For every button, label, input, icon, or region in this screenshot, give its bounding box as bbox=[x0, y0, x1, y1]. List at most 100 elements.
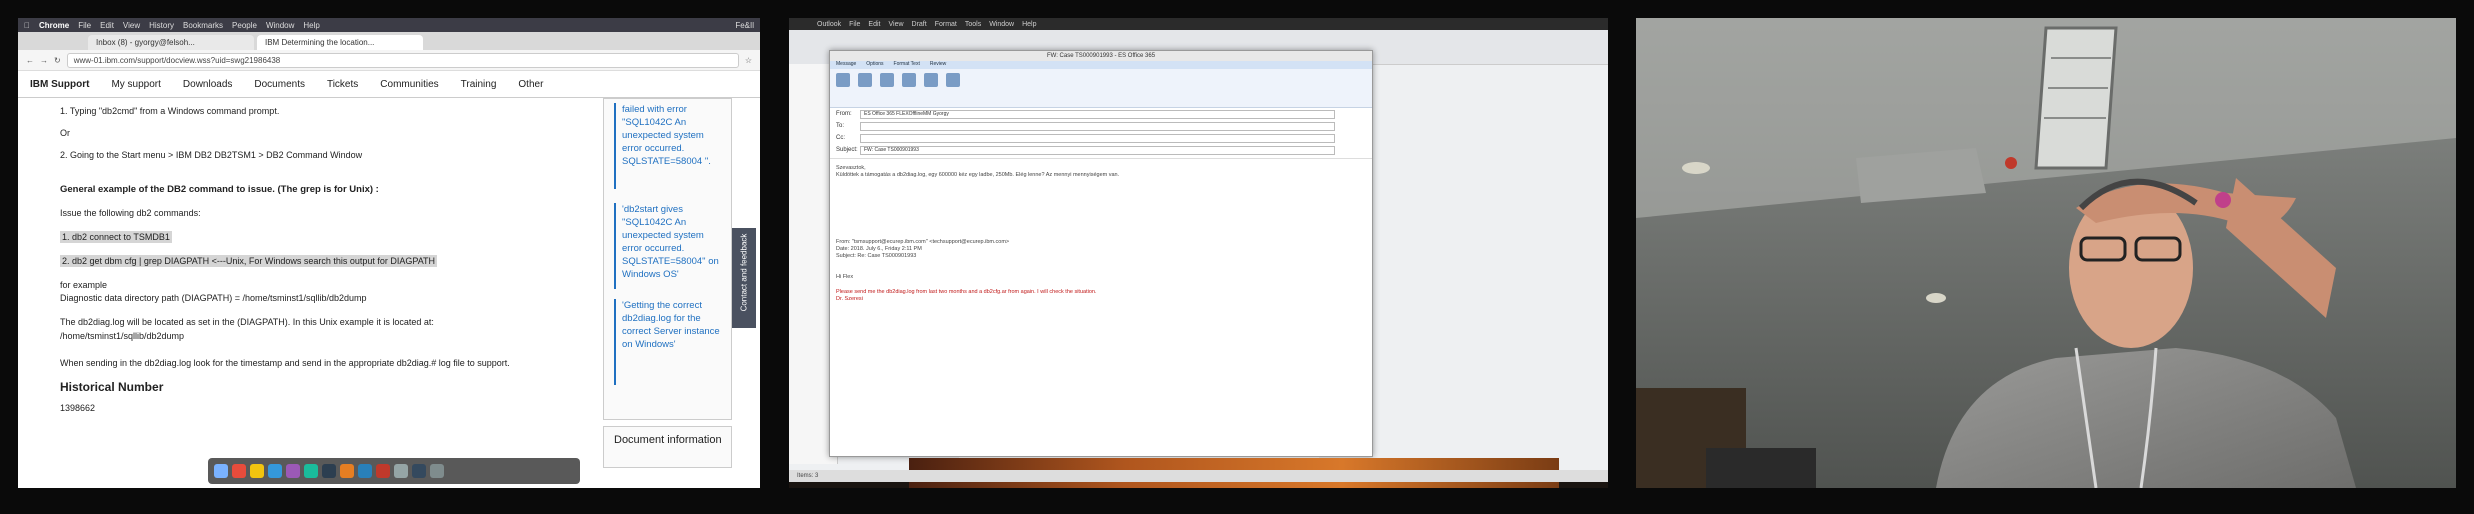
url-field[interactable]: www-01.ibm.com/support/docview.wss?uid=s… bbox=[66, 52, 739, 68]
menu-file[interactable]: File bbox=[78, 21, 91, 30]
forward-icon[interactable]: → bbox=[40, 56, 48, 65]
webcam-view bbox=[1636, 18, 2456, 488]
smoke-detector bbox=[2005, 157, 2017, 169]
feedback-label: Contact and feedback bbox=[739, 233, 749, 312]
menu-edit[interactable]: Edit bbox=[868, 21, 880, 28]
tab-ibm-support[interactable]: IBM Determining the location... bbox=[257, 35, 423, 50]
link-marker bbox=[614, 103, 616, 189]
quoted-request: Please send me the db2diag.log from last… bbox=[836, 289, 1097, 295]
photos-icon[interactable] bbox=[250, 464, 264, 478]
quoted-greeting: Hi Flex bbox=[836, 274, 854, 280]
menu-view[interactable]: View bbox=[123, 21, 140, 30]
article-text: When sending in the db2diag.log look for… bbox=[60, 358, 510, 368]
compose-body[interactable]: Szevasztok, Küldöttek a támogatás a db2d… bbox=[830, 159, 1372, 309]
menu-help[interactable]: Help bbox=[1022, 21, 1036, 28]
safari-icon[interactable] bbox=[268, 464, 282, 478]
cc-field[interactable] bbox=[860, 134, 1335, 143]
messages-icon[interactable] bbox=[304, 464, 318, 478]
from-field[interactable]: ES Office 365 FLEXOfflineMM Gyorgy bbox=[860, 110, 1335, 119]
nav-other[interactable]: Other bbox=[518, 79, 543, 90]
menu-history[interactable]: History bbox=[149, 21, 174, 30]
laptop bbox=[1706, 448, 1816, 488]
back-icon[interactable]: ← bbox=[26, 56, 34, 65]
menu-tools[interactable]: Tools bbox=[965, 21, 981, 28]
tab-format-text[interactable]: Format Text bbox=[894, 61, 920, 69]
chrome-icon[interactable] bbox=[232, 464, 246, 478]
compose-header: From: ES Office 365 FLEXOfflineMM Gyorgy… bbox=[830, 108, 1372, 159]
compose-title: FW: Case TS000901993 - ES Office 365 bbox=[830, 51, 1372, 61]
menu-bookmarks[interactable]: Bookmarks bbox=[183, 21, 223, 30]
star-icon[interactable]: ☆ bbox=[745, 56, 752, 65]
reload-icon[interactable]: ↻ bbox=[54, 56, 61, 65]
contact-feedback-button[interactable]: Contact and feedback bbox=[732, 228, 756, 328]
menu-view[interactable]: View bbox=[888, 21, 903, 28]
status-bar: Items: 3 bbox=[789, 470, 1608, 482]
nav-my-support[interactable]: My support bbox=[111, 79, 160, 90]
from-label: From: bbox=[836, 111, 852, 117]
nav-documents[interactable]: Documents bbox=[254, 79, 305, 90]
sublime-icon[interactable] bbox=[340, 464, 354, 478]
nav-downloads[interactable]: Downloads bbox=[183, 79, 232, 90]
compose-window: FW: Case TS000901993 - ES Office 365 Mes… bbox=[829, 50, 1373, 457]
app-icon[interactable] bbox=[394, 464, 408, 478]
compose-tabs: Message Options Format Text Review bbox=[830, 61, 1372, 69]
nav-communities[interactable]: Communities bbox=[380, 79, 438, 90]
menu-window[interactable]: Window bbox=[989, 21, 1014, 28]
signature-icon[interactable] bbox=[946, 73, 960, 87]
terminal-icon[interactable] bbox=[322, 464, 336, 478]
picture-icon[interactable] bbox=[924, 73, 938, 87]
related-link[interactable]: 'Getting the correct db2diag.log for the… bbox=[622, 299, 726, 351]
app-name[interactable]: Outlook bbox=[817, 21, 841, 28]
menu-format[interactable]: Format bbox=[935, 21, 957, 28]
trash-icon[interactable] bbox=[430, 464, 444, 478]
quoted-signature: Dr. Szeresi bbox=[836, 296, 863, 302]
app-name[interactable]: Chrome bbox=[39, 21, 69, 30]
menu-file[interactable]: File bbox=[849, 21, 860, 28]
article-text: 1. Typing "db2cmd" from a Windows comman… bbox=[60, 106, 280, 116]
menu-edit[interactable]: Edit bbox=[100, 21, 114, 30]
menu-help[interactable]: Help bbox=[303, 21, 319, 30]
subject-field[interactable]: FW: Case TS000901993 bbox=[860, 146, 1335, 155]
itunes-icon[interactable] bbox=[286, 464, 300, 478]
nav-tickets[interactable]: Tickets bbox=[327, 79, 358, 90]
to-field[interactable] bbox=[860, 122, 1335, 131]
app-icon[interactable] bbox=[376, 464, 390, 478]
article-text: 2. Going to the Start menu > IBM DB2 DB2… bbox=[60, 150, 363, 160]
apple-icon[interactable]:  bbox=[24, 21, 30, 30]
compose-ribbon bbox=[830, 69, 1372, 108]
address-bar-row: ← → ↻ www-01.ibm.com/support/docview.wss… bbox=[18, 50, 760, 71]
tab-review[interactable]: Review bbox=[930, 61, 946, 69]
related-link[interactable]: failed with error "SQL1042C An unexpecte… bbox=[622, 103, 726, 168]
attach-icon[interactable] bbox=[902, 73, 916, 87]
send-icon[interactable] bbox=[836, 73, 850, 87]
command-line: 2. db2 get dbm cfg | grep DIAGPATH <---U… bbox=[60, 255, 438, 267]
quoted-from: From: "tsmsupport@ecurep.ibm.com" <techs… bbox=[836, 239, 1010, 245]
user-profile[interactable]: Fe&Il bbox=[735, 21, 754, 30]
menu-draft[interactable]: Draft bbox=[912, 21, 927, 28]
finder-icon[interactable] bbox=[214, 464, 228, 478]
menu-window[interactable]: Window bbox=[266, 21, 294, 30]
paste-icon[interactable] bbox=[858, 73, 872, 87]
article-text: Diagnostic data directory path (DIAGPATH… bbox=[60, 293, 367, 303]
ibm-support-logo[interactable]: IBM Support bbox=[30, 79, 89, 90]
related-link[interactable]: 'db2start gives "SQL1042C An unexpected … bbox=[622, 203, 726, 281]
downloads-icon[interactable] bbox=[412, 464, 426, 478]
article-text: /home/tsminst1/sqllib/db2dump bbox=[60, 331, 185, 341]
tab-inbox[interactable]: Inbox (8) - gyorgy@felsoh... bbox=[88, 35, 254, 50]
document-information-heading: Document information bbox=[614, 434, 722, 446]
article-text: for example bbox=[60, 280, 108, 290]
quoted-date: Date: 2018. July 6., Friday 2:11 PM bbox=[836, 246, 922, 252]
body-text: Küldöttek a támogatás a db2diag.log, egy… bbox=[836, 172, 1120, 178]
mac-menu-bar: Outlook File Edit View Draft Format Tool… bbox=[789, 18, 1608, 30]
link-marker bbox=[614, 203, 616, 289]
outlook-icon[interactable] bbox=[358, 464, 372, 478]
menu-people[interactable]: People bbox=[232, 21, 257, 30]
historical-number: 1398662 bbox=[60, 403, 96, 413]
tab-message[interactable]: Message bbox=[836, 61, 856, 69]
bold-icon[interactable] bbox=[880, 73, 894, 87]
ceiling-lamp bbox=[1926, 293, 1946, 303]
quoted-subject: Subject: Re: Case TS000901993 bbox=[836, 253, 917, 259]
outlook-window: Outlook File Edit View Draft Format Tool… bbox=[789, 18, 1608, 488]
nav-training[interactable]: Training bbox=[461, 79, 497, 90]
tab-options[interactable]: Options bbox=[866, 61, 883, 69]
